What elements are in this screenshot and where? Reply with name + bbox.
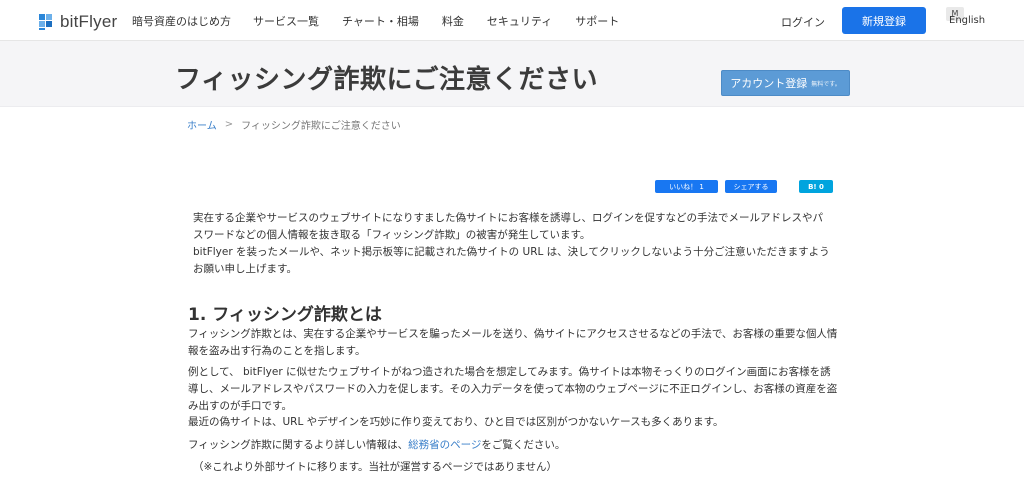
main-nav: 暗号資産のはじめ方 サービス一覧 チャート・相場 料金 セキュリティ サポート [132, 13, 642, 29]
breadcrumb: ホーム > フィッシング詐欺にご注意ください [187, 117, 401, 132]
account-button-label: アカウント登録 [730, 77, 808, 90]
intro-paragraph-2: bitFlyer を装ったメールや、ネット掲示板等に記載された偽サイトの URL… [193, 246, 830, 275]
nav-item-support[interactable]: サポート [575, 13, 619, 29]
account-register-button[interactable]: アカウント登録 無料です。 [721, 70, 850, 96]
site-header: bitFlyer 暗号資産のはじめ方 サービス一覧 チャート・相場 料金 セキュ… [0, 0, 1024, 41]
nav-item-fees[interactable]: 料金 [442, 13, 464, 29]
brand-name: bitFlyer [60, 12, 118, 31]
breadcrumb-current: フィッシング詐欺にご注意ください [241, 121, 401, 132]
nav-item-security[interactable]: セキュリティ [487, 13, 552, 29]
account-button-sub: 無料です。 [811, 80, 841, 88]
nav-item-getting-started[interactable]: 暗号資産のはじめ方 [132, 13, 231, 29]
breadcrumb-chevron-icon: > [224, 119, 234, 130]
section1-p4-text-after: をご覧ください。 [481, 439, 566, 451]
nav-item-services[interactable]: サービス一覧 [253, 13, 319, 29]
section1-paragraph-2: 例として、 bitFlyer に似せたウェブサイトがねつ造された場合を想定してみ… [188, 366, 838, 412]
external-site-note: （※これより外部サイトに移ります。当社が運営するページではありません） [193, 461, 558, 473]
section1-p4-text: フィッシング詐欺に関するより詳しい情報は、 [188, 439, 409, 451]
nav-item-charts[interactable]: チャート・相場 [342, 13, 419, 29]
facebook-share-button[interactable]: シェアする [725, 180, 777, 193]
bitflyer-logo-icon [39, 14, 55, 30]
facebook-like-button[interactable]: いいね！ 1 [655, 180, 718, 193]
page-title: フィッシング詐欺にご注意ください [175, 65, 598, 95]
language-label: English [949, 15, 986, 26]
brand-logo[interactable]: bitFlyer [39, 12, 117, 32]
section1-paragraph-4: フィッシング詐欺に関するより詳しい情報は、総務省のページをご覧ください。 [188, 437, 838, 454]
soumu-page-link[interactable]: 総務省のページ [408, 439, 481, 451]
section1-paragraph-1: フィッシング詐欺とは、実在する企業やサービスを騙ったメールを送り、偽サイトにアク… [188, 328, 838, 357]
login-link[interactable]: ログイン [781, 14, 825, 30]
section1-heading: 1. フィッシング詐欺とは [188, 305, 382, 325]
hatena-bookmark-button[interactable]: B! 0 [799, 180, 833, 193]
section1-paragraph-3: 最近の偽サイトは、URL やデザインを巧妙に作り変えており、ひと目では区別がつか… [188, 416, 724, 428]
title-band: フィッシング詐欺にご注意ください アカウント登録 無料です。 [0, 41, 1024, 107]
signup-button[interactable]: 新規登録 [842, 7, 926, 34]
intro-paragraph-1: 実在する企業やサービスのウェブサイトになりすました偽サイトにお客様を誘導し、ログ… [193, 212, 823, 241]
breadcrumb-home[interactable]: ホーム [187, 117, 217, 132]
